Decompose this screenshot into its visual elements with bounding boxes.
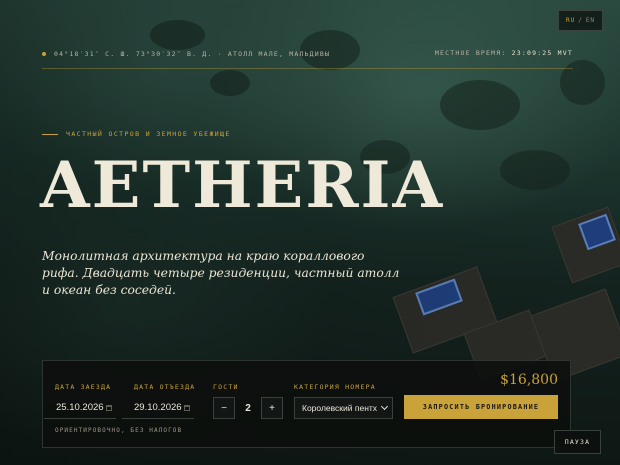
language-ru[interactable]: RU	[566, 17, 575, 24]
language-separator: /	[578, 17, 583, 24]
pause-button[interactable]: ПАУЗА	[554, 430, 601, 454]
divider	[42, 68, 573, 69]
eyebrow-rule	[42, 133, 58, 135]
local-time-value: 23:09:25 MVT	[511, 49, 573, 57]
guests-count: 2	[245, 402, 251, 414]
guests-decrement-button[interactable]: −	[213, 397, 235, 419]
checkout-date-field[interactable]: 29.10.2026	[122, 397, 194, 419]
checkout-value: 29.10.2026	[134, 402, 182, 413]
language-en[interactable]: EN	[586, 17, 595, 24]
room-category-select[interactable]: Королевский пентх	[294, 397, 393, 419]
guests-increment-button[interactable]: +	[261, 397, 283, 419]
room-category-value: Королевский пентх	[302, 403, 378, 413]
request-booking-button[interactable]: ЗАПРОСИТЬ БРОНИРОВАНИЕ	[404, 395, 558, 419]
calendar-icon[interactable]	[106, 404, 112, 411]
location-bar: 04°18′31″ С. Ш. 73°30′32″ В. Д. · АТОЛЛ …	[42, 49, 330, 59]
location-dot-icon	[42, 52, 46, 56]
checkin-value: 25.10.2026	[56, 402, 104, 413]
checkin-label: ДАТА ЗАЕЗДА	[55, 383, 112, 391]
price-note: ОРИЕНТИРОВОЧНО, БЕЗ НАЛОГОВ	[55, 427, 183, 434]
language-switcher[interactable]: RU / EN	[558, 10, 603, 31]
checkin-date-field[interactable]: 25.10.2026	[44, 397, 116, 419]
guests-label: ГОСТИ	[213, 383, 239, 391]
calendar-icon[interactable]	[184, 404, 190, 411]
price: $16,800	[500, 372, 558, 388]
eyebrow-text: ЧАСТНЫЙ ОСТРОВ И ЗЕМНОЕ УБЕЖИЩЕ	[66, 130, 231, 138]
local-time-label: МЕСТНОЕ ВРЕМЯ:	[434, 49, 507, 57]
coordinates: 04°18′31″ С. Ш. 73°30′32″ В. Д. · АТОЛЛ …	[54, 50, 331, 58]
hero-tagline: Монолитная архитектура на краю кораллово…	[42, 249, 400, 297]
local-time: МЕСТНОЕ ВРЕМЯ: 23:09:25 MVT	[435, 49, 573, 57]
hero-eyebrow: ЧАСТНЫЙ ОСТРОВ И ЗЕМНОЕ УБЕЖИЩЕ	[42, 130, 231, 138]
category-label: КАТЕГОРИЯ НОМЕРА	[294, 383, 376, 391]
page-title: AETHERIA	[40, 148, 445, 223]
chevron-down-icon	[380, 402, 389, 411]
checkout-label: ДАТА ОТЪЕЗДА	[134, 383, 196, 391]
